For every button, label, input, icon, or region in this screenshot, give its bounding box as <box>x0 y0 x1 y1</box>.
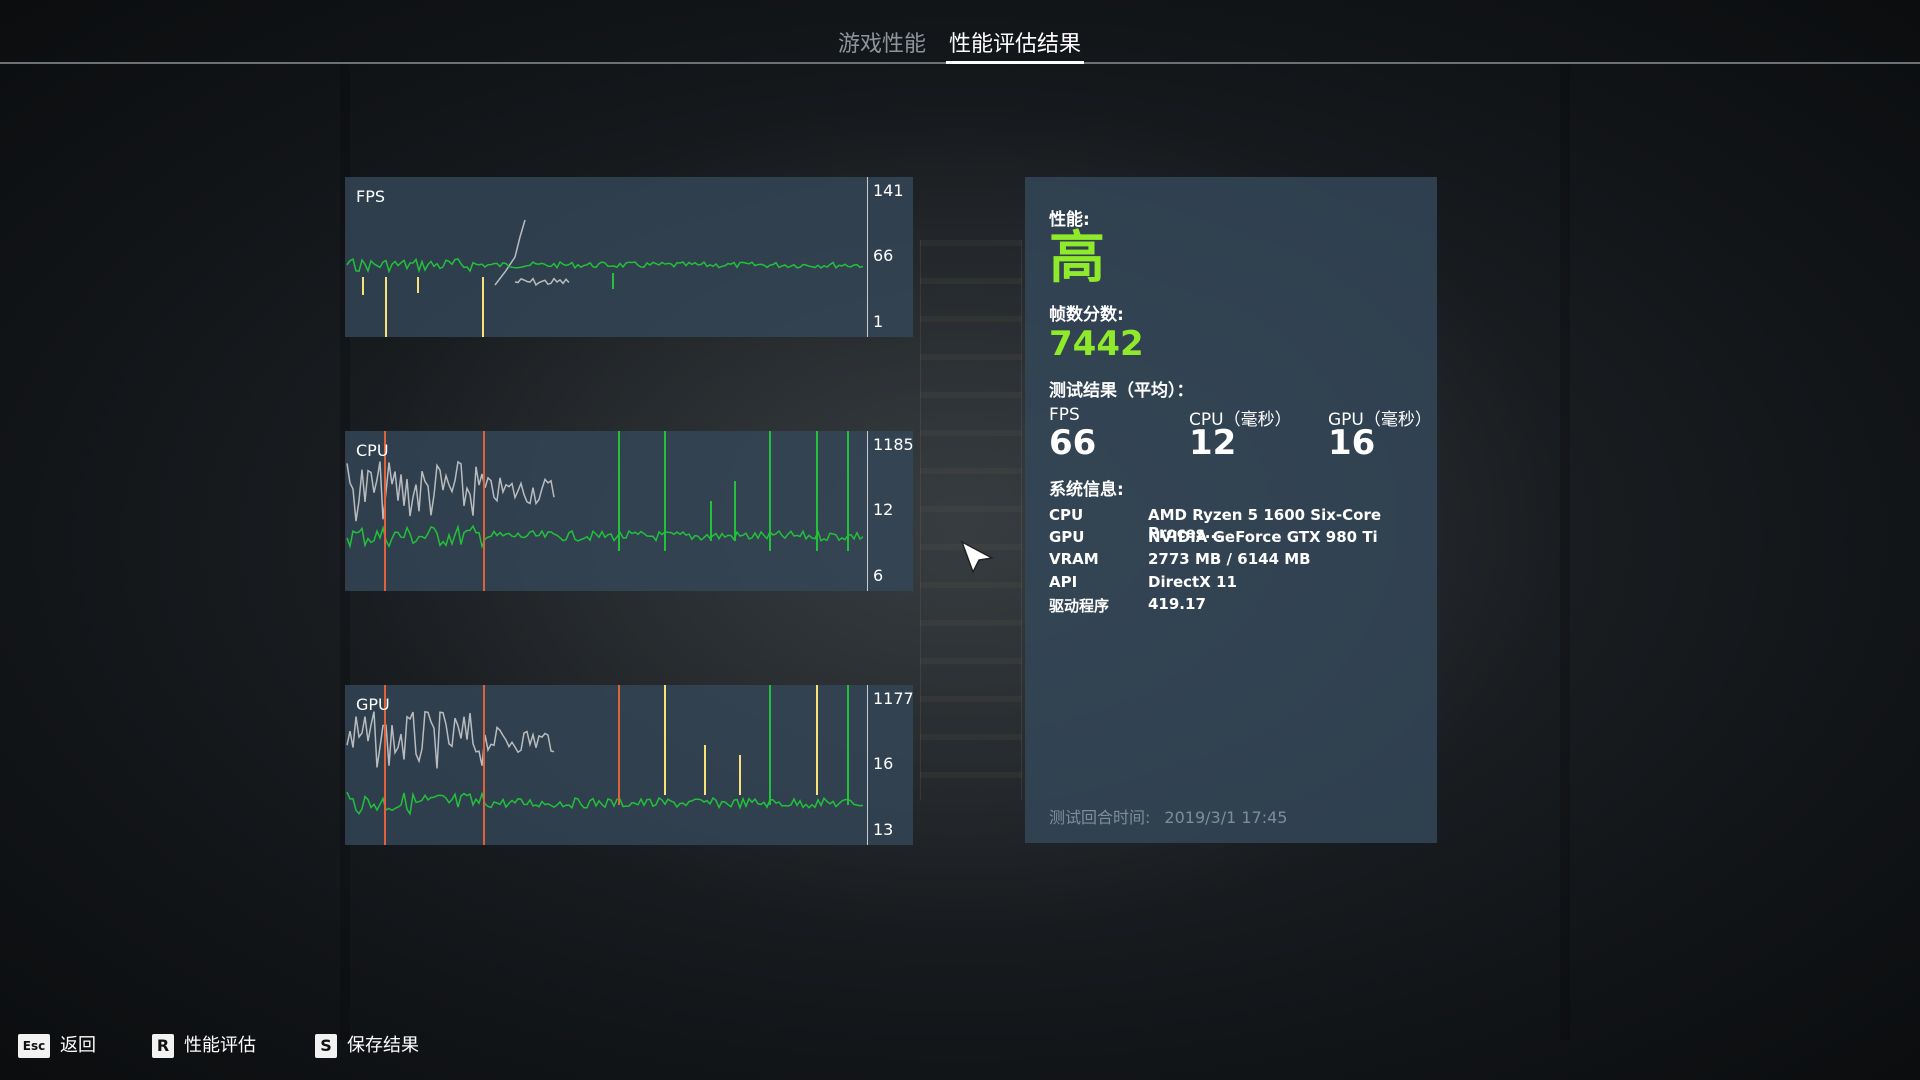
gpu-tick-max: 1177 <box>873 689 914 708</box>
fps-tick-avg: 66 <box>873 246 894 265</box>
gpu-chart-plot <box>346 685 864 845</box>
s-key-icon: S <box>315 1034 337 1058</box>
sysinfo-key: 驱动程序 <box>1049 597 1110 615</box>
sysinfo-value: 2773 MB / 6144 MB <box>1148 550 1311 568</box>
stat-fps-label: FPS <box>1049 405 1080 425</box>
r-key-icon: R <box>152 1034 174 1058</box>
sysinfo-key: VRAM <box>1049 550 1099 568</box>
gpu-frame-trace <box>346 710 555 769</box>
gpu-chart-title: GPU <box>356 695 390 714</box>
fps-chart-plot <box>346 219 864 337</box>
sysinfo-value: DirectX 11 <box>1148 573 1237 591</box>
fps-tick-min: 1 <box>873 312 884 331</box>
gpu-chart: GPU 1177 16 13 <box>345 685 914 845</box>
wall-column <box>1560 60 1570 1040</box>
sysinfo-value: 419.17 <box>1148 595 1206 613</box>
cpu-frame-trace <box>346 460 555 522</box>
fps-frame-trace <box>514 277 570 287</box>
top-tab-bar: 游戏性能 性能评估结果 <box>0 0 1920 64</box>
stat-fps-value: 66 <box>1049 423 1097 463</box>
benchmark-label: 性能评估 <box>184 1035 256 1056</box>
esc-key-icon: Esc <box>18 1034 50 1058</box>
cpu-chart: CPU 1185 12 6 <box>345 431 914 591</box>
tab-benchmark-results[interactable]: 性能评估结果 <box>945 28 1085 64</box>
cpu-tick-avg: 12 <box>873 500 894 519</box>
gpu-tick-avg: 16 <box>873 754 894 773</box>
mouse-cursor-icon <box>960 540 995 574</box>
back-label: 返回 <box>60 1035 96 1056</box>
results-panel: 性能: 高 帧数分数: 7442 测试结果（平均）： FPS 66 CPU（毫秒… <box>1025 177 1437 843</box>
chart-divider <box>867 685 868 845</box>
cpu-avg-trace <box>346 524 864 550</box>
results-label: 测试结果（平均）： <box>1049 381 1194 401</box>
tab-game-performance[interactable]: 游戏性能 <box>838 28 926 62</box>
gpu-avg-trace <box>346 791 864 816</box>
sysinfo-key: API <box>1049 573 1078 591</box>
timestamp-label: 测试回合时间: <box>1049 808 1151 827</box>
fps-frame-trace <box>494 219 526 286</box>
hieroglyph-column <box>920 240 1022 800</box>
sysinfo-label: 系统信息: <box>1049 480 1124 500</box>
fps-tick-max: 141 <box>873 181 904 200</box>
sysinfo-key: CPU <box>1049 506 1084 524</box>
chart-divider <box>867 177 868 337</box>
stat-cpu-value: 12 <box>1189 423 1237 463</box>
stat-gpu-value: 16 <box>1328 423 1376 463</box>
benchmark-hint[interactable]: R 性能评估 <box>152 1033 256 1059</box>
sysinfo-key: GPU <box>1049 528 1085 546</box>
timestamp-value: 2019/3/1 17:45 <box>1164 808 1288 827</box>
save-results-hint[interactable]: S 保存结果 <box>315 1033 419 1059</box>
performance-rating: 高 <box>1049 226 1105 291</box>
save-results-label: 保存结果 <box>347 1035 419 1056</box>
chart-divider <box>867 431 868 591</box>
back-hint[interactable]: Esc 返回 <box>18 1033 96 1059</box>
sysinfo-value: NVIDIA GeForce GTX 980 Ti <box>1148 528 1378 546</box>
cpu-chart-plot <box>346 431 864 591</box>
test-timestamp: 测试回合时间: 2019/3/1 17:45 <box>1049 804 1301 828</box>
gpu-tick-min: 13 <box>873 820 894 839</box>
cpu-tick-max: 1185 <box>873 435 914 454</box>
score-value: 7442 <box>1049 324 1144 364</box>
fps-chart-title: FPS <box>356 187 386 206</box>
cpu-chart-title: CPU <box>356 441 389 460</box>
score-label: 帧数分数: <box>1049 305 1124 325</box>
fps-avg-trace <box>346 257 864 274</box>
fps-chart: FPS 141 66 1 <box>345 177 913 337</box>
cpu-tick-min: 6 <box>873 566 884 585</box>
